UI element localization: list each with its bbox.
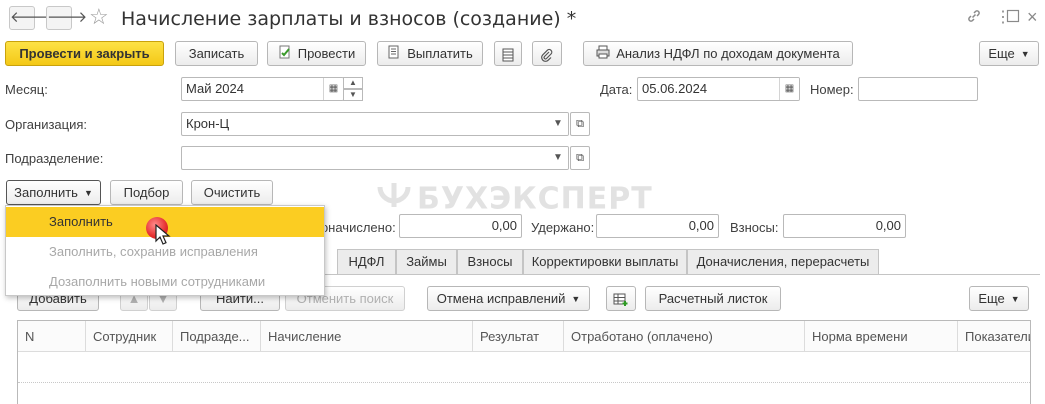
calendar-icon[interactable]: ▦ <box>779 78 799 100</box>
window-title: Начисление зарплаты и взносов (создание)… <box>121 8 577 30</box>
department-label: Подразделение: <box>5 151 104 166</box>
column-header-department[interactable]: Подразде... <box>173 321 261 352</box>
table-icon <box>502 46 514 62</box>
number-field[interactable] <box>858 77 978 101</box>
post-button[interactable]: Провести <box>267 41 366 66</box>
withheld-value: 0,00 <box>596 214 719 238</box>
chevron-down-icon: ▼ <box>571 294 581 305</box>
grid-more-label: Еще <box>978 291 1005 306</box>
save-button[interactable]: Записать <box>175 41 258 66</box>
ndfl-analysis-button[interactable]: Анализ НДФЛ по доходам документа <box>583 41 853 66</box>
column-header-n[interactable]: N <box>18 321 86 352</box>
ndfl-analysis-label: Анализ НДФЛ по доходам документа <box>616 46 840 61</box>
organization-label: Организация: <box>5 117 88 132</box>
column-header-indicators[interactable]: Показатели <box>958 321 1030 352</box>
attach-button[interactable] <box>532 41 562 66</box>
number-label: Номер: <box>810 82 854 97</box>
menu-item-fill-new-employees[interactable]: Дозаполнить новыми сотрудниками <box>6 267 324 297</box>
accrued-value: 0,00 <box>399 214 522 238</box>
column-header-result[interactable]: Результат <box>473 321 564 352</box>
star-icon[interactable]: ☆ <box>89 4 109 30</box>
chevron-down-icon: ▼ <box>1010 294 1020 305</box>
withheld-label: Удержано: <box>531 220 595 235</box>
maximize-icon[interactable] <box>1006 9 1020 29</box>
chevron-down-icon: ▼ <box>1020 49 1030 60</box>
post-and-close-button[interactable]: Провести и закрыть <box>5 41 164 66</box>
close-icon[interactable]: × <box>1027 7 1038 27</box>
cancel-corrections-label: Отмена исправлений <box>436 291 566 306</box>
link-icon[interactable] <box>966 8 982 30</box>
mouse-pointer-icon <box>155 223 173 249</box>
fill-dropdown-menu: Заполнить Заполнить, сохранив исправлени… <box>5 205 325 296</box>
column-header-accrual[interactable]: Начисление <box>261 321 473 352</box>
open-organization-button[interactable]: ⧉ <box>570 112 590 136</box>
spin-down-icon: ▼ <box>349 90 357 99</box>
month-label: Месяц: <box>5 82 48 97</box>
department-field[interactable]: ▼ <box>181 146 569 170</box>
organization-field[interactable]: Крон-Ц ▼ <box>181 112 569 136</box>
month-down-button[interactable]: ▼ <box>343 89 363 101</box>
spin-up-icon: ▲ <box>349 78 357 87</box>
arrow-right-icon: 🡒 <box>47 9 88 26</box>
post-icon <box>278 43 292 66</box>
tab-contributions[interactable]: Взносы <box>457 249 523 275</box>
calendar-icon[interactable]: ▦ <box>323 78 343 100</box>
month-up-button[interactable]: ▲ <box>343 77 363 89</box>
month-field[interactable]: Май 2024 ▦ <box>181 77 344 101</box>
fill-button[interactable]: Заполнить ▼ <box>6 180 101 205</box>
grid-more-button[interactable]: Еще ▼ <box>969 286 1029 311</box>
report-button[interactable] <box>494 41 522 66</box>
add-table-button[interactable] <box>606 286 636 311</box>
paperclip-icon <box>540 46 554 62</box>
pay-button-label: Выплатить <box>407 46 473 61</box>
tab-payment-corrections[interactable]: Корректировки выплаты <box>523 249 687 275</box>
table-row[interactable] <box>18 352 1030 383</box>
more-button-label: Еще <box>988 46 1015 61</box>
date-field[interactable]: 05.06.2024 ▦ <box>637 77 800 101</box>
dropdown-arrow-icon[interactable]: ▼ <box>548 147 568 169</box>
open-icon: ⧉ <box>576 152 584 164</box>
cancel-corrections-button[interactable]: Отмена исправлений ▼ <box>427 286 590 311</box>
column-header-worked[interactable]: Отработано (оплачено) <box>564 321 805 352</box>
tab-loans[interactable]: Займы <box>396 249 457 275</box>
back-button[interactable]: 🡐 <box>9 6 50 30</box>
open-department-button[interactable]: ⧉ <box>570 146 590 170</box>
month-value: Май 2024 <box>186 81 244 96</box>
arrow-left-icon: 🡐 <box>10 9 51 26</box>
open-icon: ⧉ <box>576 118 584 130</box>
chevron-down-icon: ▼ <box>83 188 93 199</box>
contributions-label: Взносы: <box>730 220 779 235</box>
document-icon <box>387 43 401 66</box>
payslip-button[interactable]: Расчетный листок <box>645 286 781 311</box>
fill-button-label: Заполнить <box>14 185 78 200</box>
column-header-time-norm[interactable]: Норма времени <box>805 321 958 352</box>
pay-button[interactable]: Выплатить <box>377 41 483 66</box>
pick-button[interactable]: Подбор <box>110 180 183 205</box>
date-label: Дата: <box>600 82 633 97</box>
forward-button[interactable]: 🡒 <box>46 6 87 30</box>
more-button[interactable]: Еще ▼ <box>979 41 1039 66</box>
tab-additional-accruals[interactable]: Доначисления, перерасчеты <box>687 249 879 275</box>
watermark-text: БУХЭКСПЕРТ <box>417 181 653 217</box>
tab-ndfl[interactable]: НДФЛ <box>337 249 396 275</box>
post-button-label: Провести <box>297 46 356 61</box>
printer-icon <box>596 43 610 66</box>
clear-button[interactable]: Очистить <box>191 180 273 205</box>
date-value: 05.06.2024 <box>642 81 708 96</box>
contributions-value: 0,00 <box>783 214 906 238</box>
dropdown-arrow-icon[interactable]: ▼ <box>548 113 568 135</box>
table-add-icon <box>613 291 629 306</box>
organization-value: Крон-Ц <box>186 116 230 131</box>
accruals-table[interactable]: N Сотрудник Подразде... Начисление Резул… <box>17 320 1031 404</box>
column-header-employee[interactable]: Сотрудник <box>86 321 173 352</box>
